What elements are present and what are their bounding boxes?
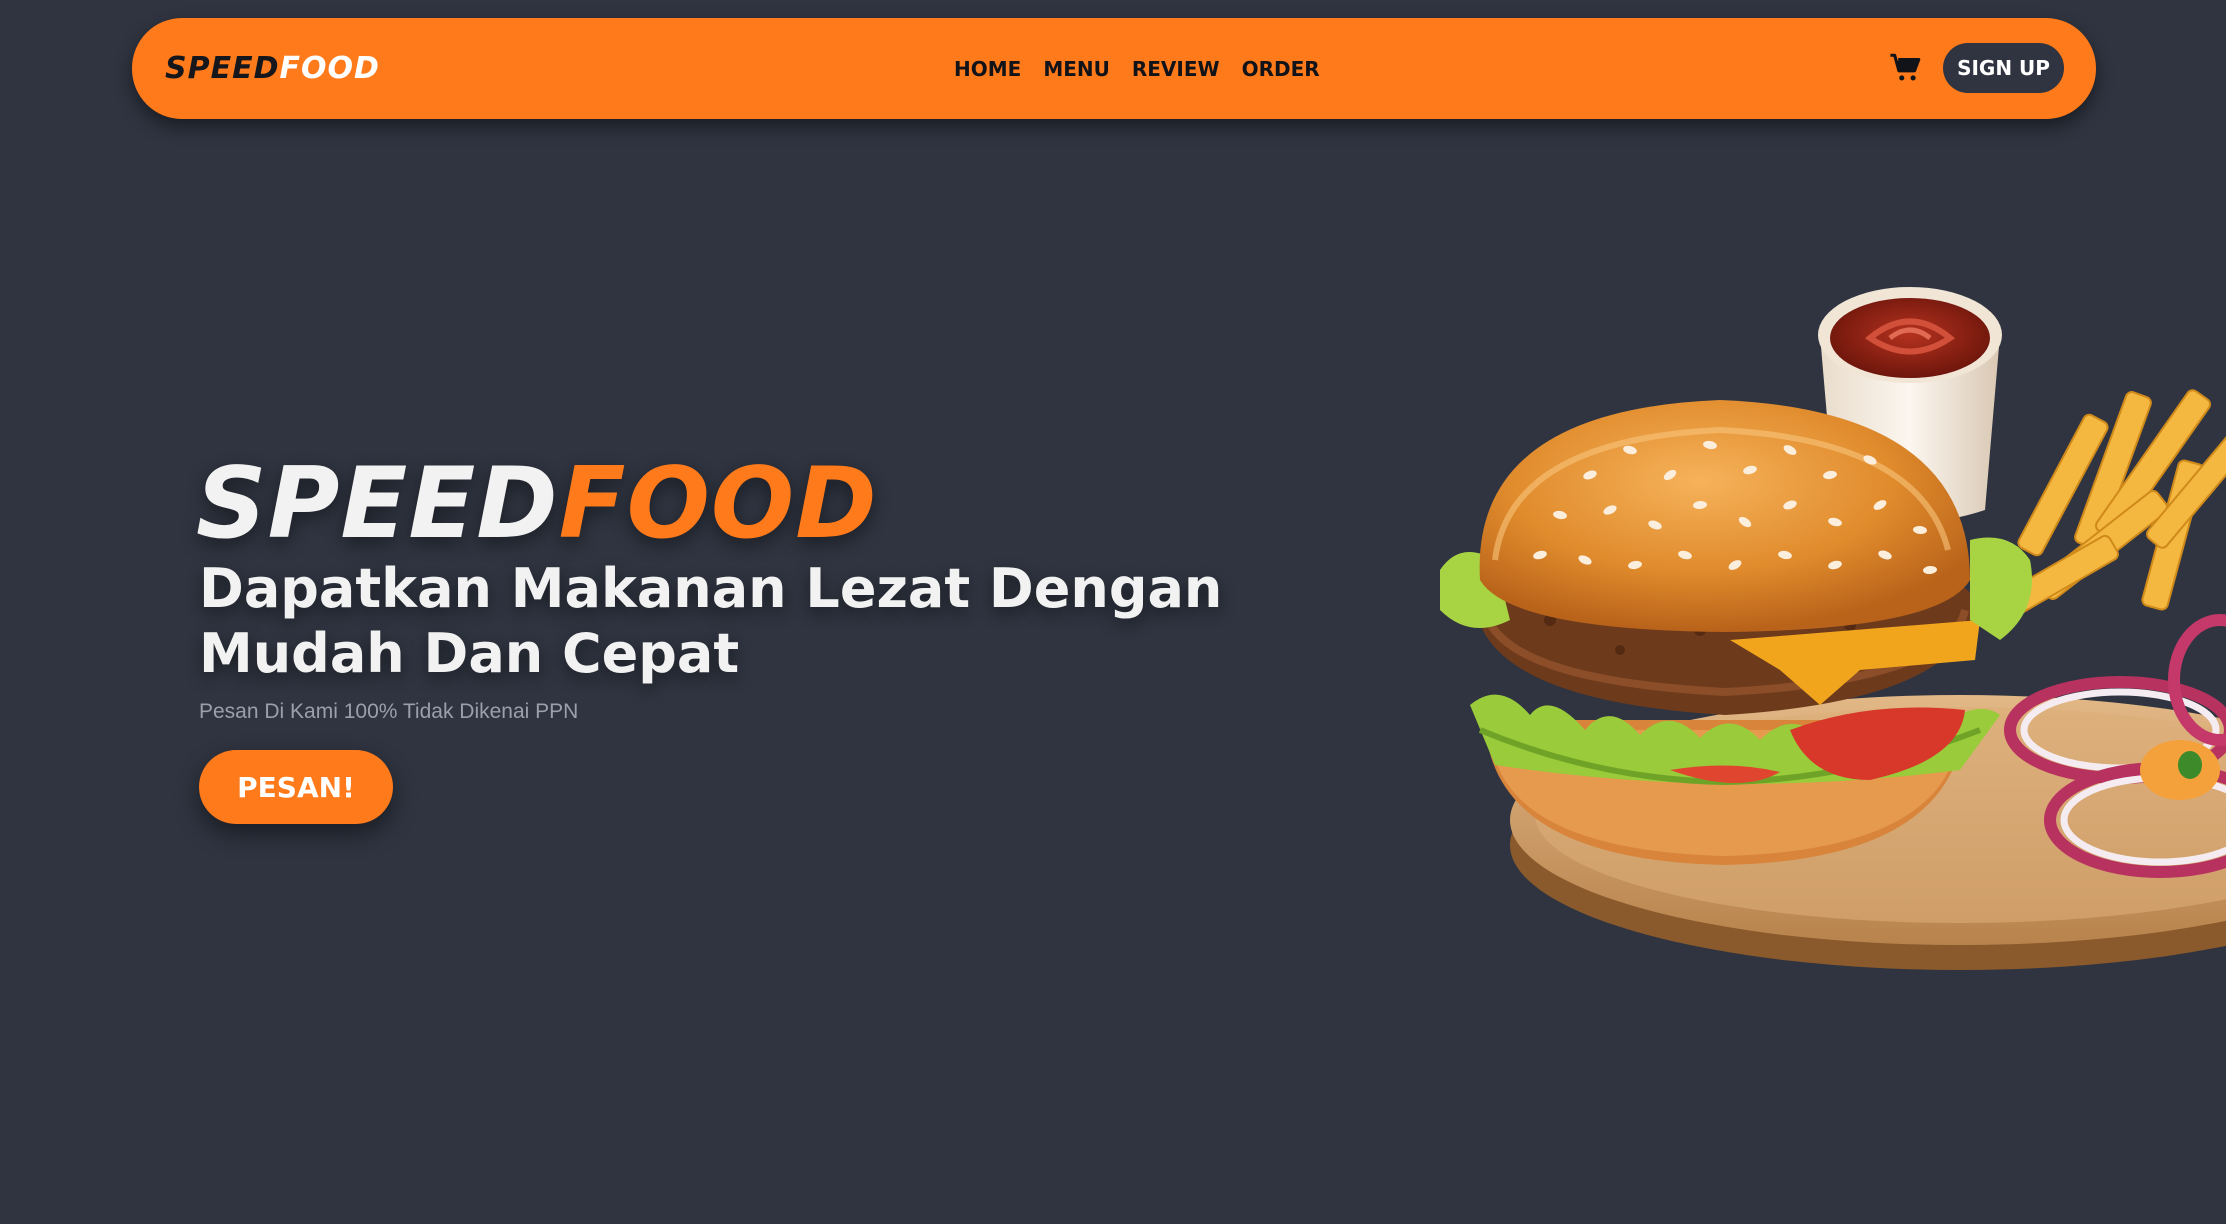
nav-logo[interactable]: SPEEDFOOD bbox=[165, 18, 380, 119]
burger-fries-plate-image bbox=[1400, 260, 2226, 1040]
nav-link-menu[interactable]: MENU bbox=[1043, 57, 1110, 81]
signup-button[interactable]: SIGN UP bbox=[1943, 43, 2064, 93]
hero-title-speed: SPEED bbox=[196, 447, 559, 561]
hero-title-food: FOOD bbox=[558, 447, 878, 561]
hero-note: Pesan Di Kami 100% Tidak Dikenai PPN bbox=[199, 700, 579, 723]
navbar: SPEEDFOOD HOME MENU REVIEW ORDER SIGN UP bbox=[132, 18, 2096, 119]
nav-link-order[interactable]: ORDER bbox=[1242, 57, 1320, 81]
nav-logo-food: FOOD bbox=[279, 51, 380, 86]
nav-link-home[interactable]: HOME bbox=[954, 57, 1021, 81]
order-button[interactable]: PESAN! bbox=[199, 750, 393, 824]
hero-subtitle: Dapatkan Makanan Lezat Dengan Mudah Dan … bbox=[199, 557, 1223, 685]
nav-links: HOME MENU REVIEW ORDER bbox=[954, 18, 1320, 119]
hero-title: SPEEDFOOD bbox=[196, 446, 878, 562]
nav-logo-speed: SPEED bbox=[165, 51, 280, 86]
nav-link-review[interactable]: REVIEW bbox=[1132, 57, 1220, 81]
shopping-cart-icon[interactable] bbox=[1889, 51, 1923, 85]
